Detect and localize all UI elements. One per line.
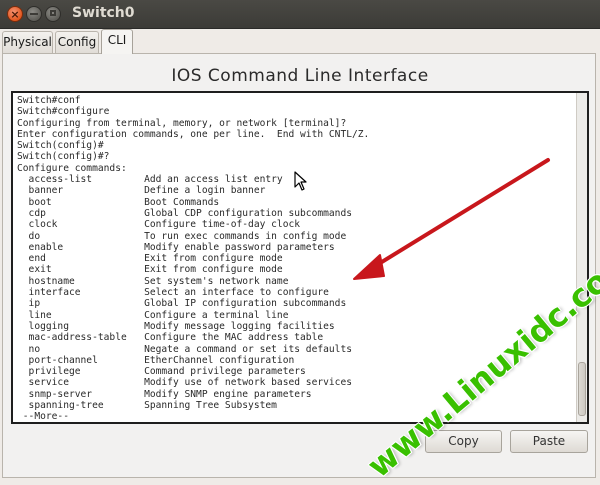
mouse-cursor-icon [294,171,307,191]
terminal-line: mac-address-table Configure the MAC addr… [17,332,324,344]
terminal-line: Enter configuration commands, one per li… [17,128,370,140]
tab-physical[interactable]: Physical [2,31,53,53]
terminal-output[interactable]: Switch#conf Switch#configure Configuring… [17,95,370,423]
terminal-line: --More-- [17,411,69,423]
terminal-line: no Negate a command or set its defaults [17,343,353,355]
terminal-line: service Modify use of network based serv… [17,377,353,389]
terminal-line: line Configure a terminal line [17,309,289,321]
tab-bar: Physical Config CLI [0,29,600,54]
terminal-line: enable Modify enable password parameters [17,241,335,253]
terminal-line: do To run exec commands in config mode [17,230,347,242]
tab-config[interactable]: Config [55,31,99,53]
tab-cli[interactable]: CLI [101,29,133,54]
terminal-line: Switch(config)#? [17,151,110,163]
terminal-line: Switch(config)# [17,140,104,152]
terminal-line: interface Select an interface to configu… [17,287,329,299]
maximize-icon [50,10,56,16]
close-window-button[interactable]: × [7,6,23,22]
terminal-line: Switch#conf [17,95,81,106]
terminal-line: clock Configure time-of-day clock [17,219,301,231]
maximize-window-button[interactable] [45,6,61,22]
terminal-line: end Exit from configure mode [17,253,283,265]
scrollbar-thumb[interactable] [578,362,586,416]
terminal-line: ip Global IP configuration subcommands [17,298,347,310]
minimize-window-button[interactable] [26,6,42,22]
terminal-line: hostname Set system's network name [17,275,289,287]
terminal-line: cdp Global CDP configuration subcommands [17,207,353,219]
terminal-line: snmp-server Modify SNMP engine parameter… [17,388,312,400]
terminal-line: access-list Add an access list entry [17,174,283,186]
close-icon: × [10,8,20,21]
page-title: IOS Command Line Interface [171,66,429,86]
title-bar: × Switch0 [0,0,600,29]
window-title: Switch0 [72,5,135,21]
terminal-line: Switch#configure [17,106,110,118]
terminal-line: Configuring from terminal, memory, or ne… [17,117,347,129]
terminal-line: spanning-tree Spanning Tree Subsystem [17,400,277,412]
terminal-line: exit Exit from configure mode [17,264,283,276]
terminal-line: logging Modify message logging facilitie… [17,320,335,332]
terminal-line: banner Define a login banner [17,185,266,197]
minimize-icon [30,13,38,15]
terminal-line: privilege Command privilege parameters [17,366,306,378]
terminal-scrollbar[interactable] [576,93,587,422]
terminal-line: Configure commands: [17,162,127,174]
terminal-line: port-channel EtherChannel configuration [17,354,295,366]
terminal-line: boot Boot Commands [17,196,220,208]
paste-button[interactable]: Paste [510,430,588,453]
